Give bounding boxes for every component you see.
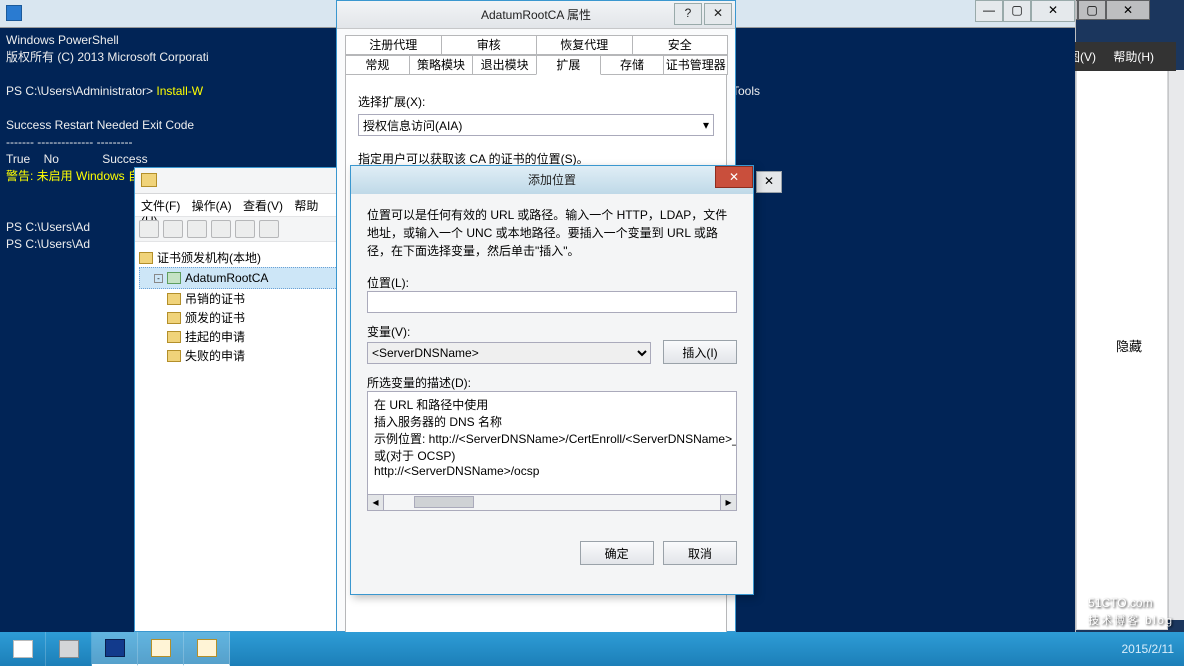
tab-audit[interactable]: 审核 xyxy=(441,35,538,55)
watermark: 51CTO.com 技术博客 blog xyxy=(1088,591,1174,628)
mmc-menu-file[interactable]: 文件(F) xyxy=(141,199,180,213)
mmc-toolbar xyxy=(135,216,348,242)
properties-titlebar: AdatumRootCA 属性 ? ✕ xyxy=(337,1,735,29)
tab-policy-module[interactable]: 策略模块 xyxy=(409,55,474,75)
properties-title-text: AdatumRootCA 属性 xyxy=(481,8,591,22)
add-location-dialog: 添加位置 ✕ 位置可以是任何有效的 URL 或路径。输入一个 HTTP，LDAP… xyxy=(350,165,754,595)
variable-select[interactable]: <ServerDNSName> xyxy=(367,342,651,364)
start-button[interactable] xyxy=(0,632,46,666)
server-manager-icon xyxy=(59,640,79,658)
taskbar-app[interactable] xyxy=(184,632,230,666)
location-label: 位置(L): xyxy=(367,274,737,291)
tree-pending-label: 挂起的申请 xyxy=(185,328,245,345)
tray-date: 2015/2/11 xyxy=(1122,642,1175,656)
ps-min-button[interactable]: — xyxy=(975,0,1003,22)
properties-icon[interactable] xyxy=(235,220,255,238)
chevron-down-icon: ▾ xyxy=(703,118,709,132)
mmc-app-icon xyxy=(141,173,157,187)
mmc-window: 文件(F) 操作(A) 查看(V) 帮助(H) 证书颁发机构(本地) - Ada… xyxy=(134,167,349,632)
powershell-taskbar-icon xyxy=(105,639,125,657)
select-extension-label: 选择扩展(X): xyxy=(358,93,714,110)
folder-icon xyxy=(167,293,181,305)
taskbar-server-manager[interactable] xyxy=(46,632,92,666)
mmc-menubar: 文件(F) 操作(A) 查看(V) 帮助(H) xyxy=(135,194,348,216)
tree-root[interactable]: 证书颁发机构(本地) xyxy=(139,248,344,267)
folder-icon xyxy=(167,312,181,324)
tree-issued-label: 颁发的证书 xyxy=(185,309,245,326)
ca-server-icon xyxy=(167,272,181,284)
right-scrollbar[interactable] xyxy=(1168,70,1184,620)
taskbar: 2015/2/11 xyxy=(0,632,1184,666)
explorer-icon xyxy=(151,639,171,657)
tree-failed-label: 失败的申请 xyxy=(185,347,245,364)
add-location-titlebar: 添加位置 ✕ xyxy=(351,166,753,194)
windows-logo-icon xyxy=(13,640,33,658)
ps-max-button[interactable]: ▢ xyxy=(1003,0,1031,22)
ca-root-icon xyxy=(139,252,153,264)
insert-button[interactable]: 插入(I) xyxy=(663,340,737,364)
powershell-icon xyxy=(6,5,22,21)
tree-failed[interactable]: 失败的申请 xyxy=(139,346,344,365)
tree-revoked[interactable]: 吊销的证书 xyxy=(139,289,344,308)
properties-help-button[interactable]: ? xyxy=(674,3,702,25)
scroll-track[interactable] xyxy=(384,495,720,510)
taskbar-powershell[interactable] xyxy=(92,632,138,666)
tab-exit-module[interactable]: 退出模块 xyxy=(472,55,537,75)
tree-ca-label: AdatumRootCA xyxy=(185,271,268,285)
description-box: 在 URL 和路径中使用 插入服务器的 DNS 名称 示例位置: http://… xyxy=(367,391,737,495)
tree-issued[interactable]: 颁发的证书 xyxy=(139,308,344,327)
tab-general[interactable]: 常规 xyxy=(345,55,410,75)
ok-button[interactable]: 确定 xyxy=(580,541,654,565)
tab-security[interactable]: 安全 xyxy=(632,35,729,55)
add-location-title-text: 添加位置 xyxy=(528,173,576,187)
tree-revoked-label: 吊销的证书 xyxy=(185,290,245,307)
nav-fwd-icon[interactable] xyxy=(163,220,183,238)
folder-icon xyxy=(167,331,181,343)
tab-recovery-agent[interactable]: 恢复代理 xyxy=(536,35,633,55)
mmc-tree: 证书颁发机构(本地) - AdatumRootCA 吊销的证书 颁发的证书 挂起… xyxy=(135,242,348,371)
add-location-close-button[interactable]: ✕ xyxy=(715,166,753,188)
actions-hide-label[interactable]: 隐藏 xyxy=(1116,336,1142,355)
tab-cert-manager[interactable]: 证书管理器 xyxy=(663,55,728,75)
scroll-thumb[interactable] xyxy=(414,496,474,508)
app-icon xyxy=(197,639,217,657)
location-input[interactable] xyxy=(367,291,737,313)
scroll-right-icon[interactable]: ▸ xyxy=(720,495,736,510)
description-label: 所选变量的描述(D): xyxy=(367,374,737,391)
tab-storage[interactable]: 存储 xyxy=(600,55,665,75)
mmc-titlebar xyxy=(135,168,348,194)
mmc-menu-view[interactable]: 查看(V) xyxy=(243,199,283,213)
description-h-scrollbar[interactable]: ◂ ▸ xyxy=(367,495,737,511)
scroll-left-icon[interactable]: ◂ xyxy=(368,495,384,510)
bg-max-button[interactable]: ▢ xyxy=(1078,0,1106,20)
select-extension-value: 授权信息访问(AIA) xyxy=(363,117,462,134)
cancel-button[interactable]: 取消 xyxy=(663,541,737,565)
hidden-window-close-button[interactable]: ✕ xyxy=(756,171,782,193)
system-tray[interactable]: 2015/2/11 xyxy=(1112,632,1184,666)
right-menu-help[interactable]: 帮助(H) xyxy=(1113,50,1154,64)
nav-back-icon[interactable] xyxy=(139,220,159,238)
ps-close-button[interactable]: ✕ xyxy=(1031,0,1075,22)
tab-extensions[interactable]: 扩展 xyxy=(536,55,601,75)
tree-pending[interactable]: 挂起的申请 xyxy=(139,327,344,346)
folder-icon xyxy=(167,350,181,362)
tab-enroll-agent[interactable]: 注册代理 xyxy=(345,35,442,55)
add-location-hint: 位置可以是任何有效的 URL 或路径。输入一个 HTTP，LDAP，文件地址，或… xyxy=(367,206,737,260)
mmc-menu-action[interactable]: 操作(A) xyxy=(192,199,232,213)
tree-ca-node[interactable]: - AdatumRootCA xyxy=(139,267,344,289)
tree-root-label: 证书颁发机构(本地) xyxy=(157,249,261,266)
refresh-icon[interactable] xyxy=(211,220,231,238)
variable-label: 变量(V): xyxy=(367,323,737,340)
select-extension-dropdown[interactable]: 授权信息访问(AIA) ▾ xyxy=(358,114,714,136)
expand-toggle-icon[interactable]: - xyxy=(154,274,163,283)
taskbar-explorer[interactable] xyxy=(138,632,184,666)
help-icon[interactable] xyxy=(259,220,279,238)
bg-close-button[interactable]: ✕ xyxy=(1106,0,1150,20)
properties-close-button[interactable]: ✕ xyxy=(704,3,732,25)
nav-up-icon[interactable] xyxy=(187,220,207,238)
